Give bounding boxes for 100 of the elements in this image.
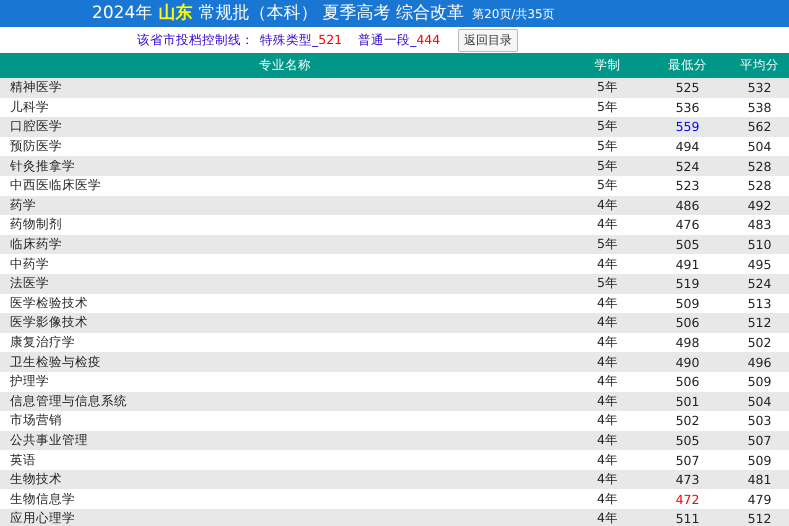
page-title-year: 2024年: [92, 2, 152, 25]
table-cell-text: 4年: [596, 373, 619, 390]
table-cell-text: 512: [746, 315, 772, 330]
table-cell-text: 494: [674, 139, 700, 154]
table-cell-text: 4年: [596, 490, 619, 508]
table-cell-text: 473: [674, 472, 700, 488]
table-cell-text: 5年: [596, 236, 619, 254]
control-line-label: 该省市投档控制线：: [137, 32, 254, 48]
table-cell-text: 502: [746, 335, 772, 350]
table-cell-text: 512: [746, 511, 772, 526]
table-cell-text: 528: [746, 158, 772, 174]
table-cell-text: 公共事业管理: [9, 432, 89, 449]
table-cell-text: 524: [746, 276, 772, 292]
column-header: 专业名称: [258, 57, 312, 74]
table-cell-text: 药物制剂: [9, 216, 63, 234]
table-cell-text: 501: [674, 394, 700, 409]
table-cell-text: 5年: [596, 118, 619, 136]
table-cell-text: 5年: [596, 275, 619, 292]
table-cell-text: 口腔医学: [9, 118, 63, 136]
table-cell-text: 528: [746, 178, 772, 194]
table-cell-text: 538: [746, 100, 772, 115]
table-cell-text: 预防医学: [9, 138, 63, 156]
table-cell-text: 509: [746, 374, 772, 390]
table-cell-text: 4年: [596, 256, 619, 273]
table-cell-text: 4年: [596, 471, 619, 488]
table-cell-text: 英语: [9, 452, 37, 469]
column-header: 最低分: [667, 57, 708, 74]
table-cell-text: 4年: [596, 334, 619, 352]
table-cell-text: 532: [746, 80, 772, 96]
table-cell-text: 503: [746, 413, 772, 428]
table-cell-text: 4年: [596, 216, 619, 234]
table-cell-text: 5年: [596, 79, 619, 96]
table-cell-text: 市场营销: [9, 412, 63, 430]
table-cell-text: 504: [746, 139, 772, 154]
table-cell-text: 5年: [596, 138, 619, 156]
table-cell-text: 505: [674, 237, 700, 252]
table-cell-text: 496: [746, 354, 772, 370]
table-cell-text: 应用心理学: [9, 510, 76, 526]
column-header: 平均分: [739, 57, 780, 74]
table-cell-text: 针灸推拿学: [9, 158, 76, 175]
table-cell-text: 483: [746, 217, 772, 232]
table-cell-text: 472: [674, 492, 700, 507]
table-cell-text: 536: [674, 100, 700, 115]
table-cell-text: 卫生检验与检疫: [9, 354, 102, 371]
province-name: 山东: [158, 2, 192, 25]
table-cell-text: 511: [674, 511, 700, 526]
table-cell-text: 生物信息学: [9, 490, 76, 508]
table-cell-text: 4年: [596, 412, 619, 430]
table-cell-text: 559: [674, 119, 700, 134]
table-cell-text: 505: [674, 432, 700, 448]
table-cell-text: 476: [674, 217, 700, 232]
table-cell-text: 4年: [596, 452, 619, 469]
table-cell-text: 507: [674, 452, 700, 468]
table-cell-text: 481: [746, 472, 772, 488]
table-cell-text: 519: [674, 276, 700, 292]
table-cell-text: 法医学: [9, 275, 50, 292]
table-cell-text: 506: [674, 315, 700, 330]
back-button[interactable]: 返回目录: [458, 28, 518, 52]
table-cell-text: 4年: [596, 354, 619, 371]
table-cell-text: 486: [674, 198, 700, 213]
table-cell-text: 492: [746, 198, 772, 213]
table-cell-text: 儿科学: [9, 98, 50, 116]
table-cell-text: 506: [674, 374, 700, 390]
table-cell-text: 5年: [596, 177, 619, 194]
table-cell-text: 4年: [596, 314, 619, 332]
table-cell-text: 中西医临床医学: [9, 177, 102, 194]
table-cell-text: 504: [746, 394, 772, 409]
table-cell-text: 4年: [596, 294, 619, 312]
table-cell-text: 523: [674, 178, 700, 194]
table-cell-text: 医学检验技术: [9, 294, 89, 312]
table-cell-text: 491: [674, 256, 700, 272]
table-cell-text: 精神医学: [9, 79, 63, 96]
table-cell-text: 4年: [596, 510, 619, 526]
page-title: 常规批（本科） 夏季高考 综合改革: [198, 2, 464, 25]
table-cell-text: 信息管理与信息系统: [9, 392, 128, 410]
table-cell-text: 4年: [596, 196, 619, 214]
table-cell-text: 502: [674, 413, 700, 428]
table-cell-text: 医学影像技术: [9, 314, 89, 332]
table-cell-text: 479: [746, 492, 772, 507]
table-cell-text: 护理学: [9, 373, 50, 390]
control-line-value: 普通一段_444: [358, 32, 440, 48]
table-cell-text: 510: [746, 237, 772, 252]
table-cell-text: 498: [674, 335, 700, 350]
table-cell-text: 4年: [596, 392, 619, 410]
table-cell-text: 临床药学: [9, 236, 63, 254]
table-cell-text: 490: [674, 354, 700, 370]
table-cell-text: 509: [746, 452, 772, 468]
table-cell-text: 生物技术: [9, 471, 63, 488]
page-info: 第20页/共35页: [472, 6, 555, 23]
table-cell-text: 507: [746, 432, 772, 448]
column-header: 学制: [594, 57, 622, 74]
table-cell-text: 中药学: [9, 256, 50, 273]
table-cell-text: 康复治疗学: [9, 334, 76, 352]
control-line-value: 特殊类型_521: [260, 32, 342, 48]
table-cell-text: 4年: [596, 432, 619, 449]
table-cell-text: 5年: [596, 158, 619, 175]
table-cell-text: 513: [746, 296, 772, 311]
table-cell-text: 524: [674, 158, 700, 174]
table-cell-text: 5年: [596, 98, 619, 116]
table-cell-text: 495: [746, 256, 772, 272]
